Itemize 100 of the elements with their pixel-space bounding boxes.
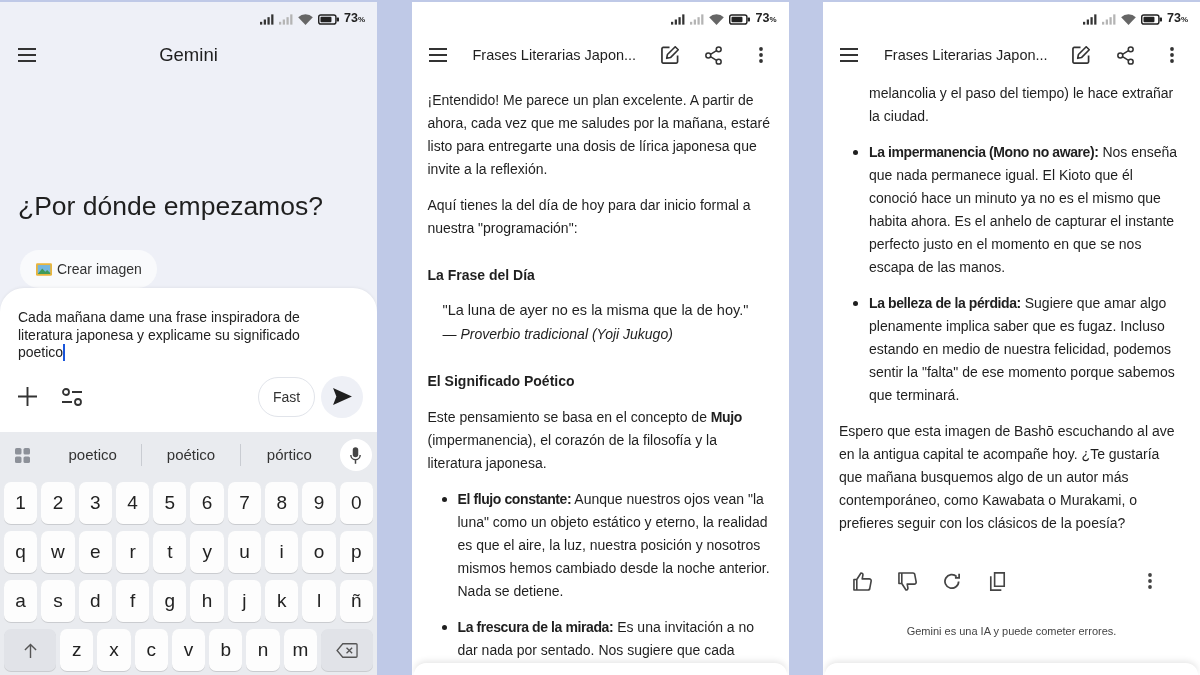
menu-icon[interactable] (428, 48, 447, 62)
keyboard-key[interactable]: y (190, 531, 224, 573)
keyboard-key[interactable]: j (227, 580, 262, 622)
battery-icon (1140, 13, 1162, 25)
keyboard-key[interactable]: g (153, 580, 187, 622)
greeting-heading: ¿Por dónde empezamos? (18, 190, 323, 223)
keyboard-key[interactable]: w (41, 531, 75, 573)
battery-icon (729, 13, 751, 25)
keyboard-key[interactable]: 2 (41, 482, 75, 524)
keyboard-key[interactable]: z (60, 629, 94, 671)
bullet-icon (853, 150, 858, 155)
thumbs-down-icon[interactable] (897, 571, 917, 591)
keyboard-key[interactable]: a (4, 580, 38, 622)
section-heading: El Significado Poético (427, 372, 576, 391)
prompt-input[interactable]: Cada mañana dame una frase inspiradora de literatura japonesa y explicame su significado poetico (18, 309, 338, 362)
keyboard-key[interactable]: 6 (190, 482, 224, 524)
wifi-icon (709, 13, 725, 25)
edit-icon[interactable] (660, 46, 679, 64)
keyboard-key[interactable]: n (246, 629, 280, 671)
keyboard-key[interactable]: 5 (153, 482, 187, 524)
share-icon[interactable] (1116, 45, 1134, 65)
response-paragraph: Aquí tienes la del día de hoy para dar inicio formal a nuestra "programación": (427, 196, 752, 238)
plus-icon[interactable] (17, 387, 37, 406)
bullet-icon (441, 625, 447, 630)
picture-icon[interactable] (36, 262, 52, 276)
keyboard-key[interactable]: 0 (339, 482, 373, 524)
more-icon[interactable] (1170, 47, 1174, 63)
keyboard-key[interactable]: x (97, 629, 131, 671)
keyboard-key[interactable]: 7 (227, 482, 262, 524)
keyboard-key[interactable]: 8 (265, 482, 299, 524)
keyboard-key[interactable]: p (339, 531, 373, 573)
keyboard-key[interactable]: r (115, 531, 150, 573)
keyboard-key[interactable]: f (115, 580, 150, 622)
battery-icon (317, 13, 339, 25)
keyboard-key[interactable]: m (283, 629, 317, 671)
keyboard-key[interactable]: k (265, 580, 299, 622)
keyboard-key[interactable]: 9 (302, 482, 336, 524)
quote-text: "La luna de ayer no es la misma que la de hoy." (442, 301, 750, 320)
bullet-text: melancolia y el paso del tiempo) le hace extrañar la ciudad. (868, 84, 1175, 126)
share-icon[interactable] (705, 45, 722, 65)
backspace-key[interactable] (320, 629, 373, 671)
microphone-button[interactable] (340, 439, 372, 471)
wifi-icon (1120, 13, 1136, 25)
keyboard-key[interactable]: v (171, 629, 206, 671)
keyboard-key[interactable]: e (78, 531, 112, 573)
keyboard-key[interactable]: h (190, 580, 224, 622)
keyboard-key[interactable]: l (302, 580, 336, 622)
thumbs-up-icon[interactable] (852, 571, 872, 591)
edit-icon[interactable] (1072, 46, 1090, 64)
keyboard-key[interactable]: d (78, 580, 112, 622)
signal-icon (1101, 13, 1116, 25)
text-cursor-icon (63, 344, 66, 361)
signal-icon (690, 13, 705, 25)
wifi-icon (297, 13, 313, 25)
section-heading: La Frase del Día (427, 266, 536, 285)
disclaimer-text: Gemini es una IA y puede cometer errores. (906, 624, 1117, 639)
mode-button[interactable]: Fast (258, 376, 315, 417)
bullet-text: La impermanencia (Mono no aware): Nos enseña que nada permanece igual. El Kioto que él conoció hace un minuto ya no es el mismo que habita ahora. Es el anhelo de capturar el instante perfecto justo en el momento en que se nos escapa de las manos. (869, 143, 1179, 277)
app-title: Gemini (159, 44, 218, 66)
shift-icon[interactable] (23, 642, 37, 658)
battery-percent: 73% (755, 11, 777, 27)
keyboard-key[interactable]: 1 (4, 482, 38, 524)
chat-title: Frases Literarias Japon... (884, 47, 1049, 63)
keyboard-key[interactable]: i (265, 531, 299, 573)
response-paragraph: Este pensamiento se basa en el concepto de Mujo (impermanencia), el corazón de la filosofía y la literatura japonesa. (427, 408, 743, 473)
signal-icon (1082, 13, 1097, 25)
suggestion-chip[interactable]: Crear imagen (20, 250, 157, 288)
response-paragraph: ¡Entendido! Me parece un plan excelente. A partir de ahora, cada vez que me saludes por la mañana, estaré listo para entregarte una dosis de lírica japonesa que invite a la reflexión. (427, 91, 771, 179)
bullet-text: El flujo constante: Aunque nuestros ojos vean "la luna" como un objeto estático y eterno, la realidad es que el aire, la luz, nuestra posición y nosotros mismos hemos cambiado desde la noche anterior. Nada se detiene. (457, 490, 771, 601)
send-icon[interactable] (332, 388, 352, 405)
signal-icon (278, 13, 293, 25)
keyboard-key[interactable]: q (4, 531, 38, 573)
keyboard-key[interactable]: o (302, 531, 336, 573)
keyboard-key[interactable]: b (209, 629, 243, 671)
keyboard-key[interactable]: s (41, 580, 75, 622)
keyboard-key[interactable]: 3 (78, 482, 112, 524)
more-icon[interactable] (1148, 573, 1152, 589)
bullet-text: La frescura de la mirada: Es una invitación a no dar nada por sentado. Nos sugiere que cada (457, 618, 756, 660)
word-suggestion[interactable]: poético (166, 445, 216, 465)
backspace-icon[interactable] (335, 642, 358, 658)
copy-icon[interactable] (987, 571, 1007, 591)
grid-icon[interactable] (15, 447, 30, 463)
menu-icon[interactable] (840, 48, 858, 62)
bullet-icon (853, 301, 858, 306)
keyboard-key[interactable]: ñ (339, 580, 373, 622)
sliders-icon[interactable] (62, 387, 82, 406)
signal-icon (259, 13, 274, 25)
keyboard-key[interactable]: c (134, 629, 168, 671)
bullet-icon (441, 497, 447, 502)
microphone-icon[interactable] (350, 446, 362, 464)
word-suggestion[interactable]: pórtico (266, 445, 312, 465)
send-button[interactable] (321, 375, 363, 418)
menu-icon[interactable] (18, 48, 36, 62)
keyboard-key[interactable]: 4 (115, 482, 150, 524)
keyboard-key[interactable]: u (227, 531, 262, 573)
refresh-icon[interactable] (944, 573, 960, 589)
word-suggestion[interactable]: poetico (68, 445, 117, 465)
signal-icon (671, 13, 686, 25)
more-icon[interactable] (758, 47, 763, 63)
keyboard-key[interactable]: t (153, 531, 187, 573)
